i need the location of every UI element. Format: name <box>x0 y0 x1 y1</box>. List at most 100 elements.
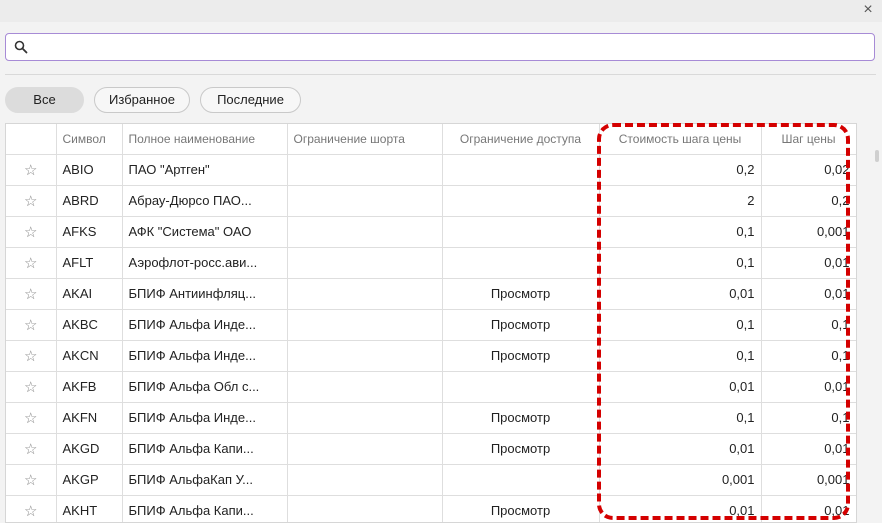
favorite-star-icon[interactable]: ☆ <box>6 402 57 434</box>
cell-short-restriction <box>287 216 443 248</box>
cell-symbol: AKFN <box>56 402 123 434</box>
col-price-step[interactable]: Шаг цены <box>761 124 856 155</box>
cell-symbol: AFKS <box>56 216 123 248</box>
cell-price-step: 0,2 <box>761 185 856 217</box>
cell-price-step: 0,1 <box>761 402 856 434</box>
cell-full-name: Абрау-Дюрсо ПАО... <box>122 185 288 217</box>
cell-full-name: БПИФ АльфаКап У... <box>122 464 288 496</box>
cell-step-cost: 0,1 <box>599 309 762 341</box>
favorite-star-icon[interactable]: ☆ <box>6 247 57 279</box>
cell-symbol: ABIO <box>56 154 123 186</box>
cell-symbol: AFLT <box>56 247 123 279</box>
table-row[interactable]: ☆ ABRD Абрау-Дюрсо ПАО... 2 0,2 <box>6 185 856 217</box>
cell-access-restriction: Просмотр <box>442 278 600 310</box>
title-bar: × <box>0 0 882 22</box>
table-row[interactable]: ☆ AKAI БПИФ Антиинфляц... Просмотр 0,01 0,01 <box>6 278 856 310</box>
cell-step-cost: 0,01 <box>599 433 762 465</box>
cell-access-restriction <box>442 154 600 186</box>
favorite-star-icon[interactable]: ☆ <box>6 278 57 310</box>
cell-price-step: 0,01 <box>761 278 856 310</box>
cell-access-restriction: Просмотр <box>442 340 600 372</box>
instruments-table: Символ Полное наименование Ограничение ш… <box>5 123 857 523</box>
table-row[interactable]: ☆ AKBC БПИФ Альфа Инде... Просмотр 0,1 0,1 <box>6 309 856 341</box>
favorite-star-icon[interactable]: ☆ <box>6 309 57 341</box>
search-box[interactable] <box>5 33 875 61</box>
cell-step-cost: 0,1 <box>599 340 762 372</box>
cell-price-step: 0,1 <box>761 309 856 341</box>
cell-price-step: 0,01 <box>761 371 856 403</box>
filter-all-button[interactable]: Все <box>5 87 84 113</box>
cell-full-name: БПИФ Альфа Инде... <box>122 340 288 372</box>
table-row[interactable]: ☆ AFKS АФК "Система" ОАО 0,1 0,001 <box>6 216 856 248</box>
cell-full-name: БПИФ Альфа Капи... <box>122 495 288 522</box>
cell-price-step: 0,01 <box>761 247 856 279</box>
cell-full-name: БПИФ Антиинфляц... <box>122 278 288 310</box>
cell-step-cost: 0,1 <box>599 402 762 434</box>
cell-access-restriction: Просмотр <box>442 433 600 465</box>
cell-short-restriction <box>287 371 443 403</box>
cell-full-name: Аэрофлот-росс.ави... <box>122 247 288 279</box>
cell-full-name: БПИФ Альфа Инде... <box>122 402 288 434</box>
divider <box>5 74 876 75</box>
favorite-star-icon[interactable]: ☆ <box>6 433 57 465</box>
cell-access-restriction <box>442 216 600 248</box>
cell-access-restriction <box>442 247 600 279</box>
table-row[interactable]: ☆ AFLT Аэрофлот-росс.ави... 0,1 0,01 <box>6 247 856 279</box>
table-row[interactable]: ☆ AKGD БПИФ Альфа Капи... Просмотр 0,01 0,01 <box>6 433 856 465</box>
table-row[interactable]: ☆ AKFN БПИФ Альфа Инде... Просмотр 0,1 0,1 <box>6 402 856 434</box>
cell-symbol: ABRD <box>56 185 123 217</box>
cell-step-cost: 0,2 <box>599 154 762 186</box>
favorite-star-icon[interactable]: ☆ <box>6 495 57 522</box>
col-full-name[interactable]: Полное наименование <box>122 124 288 155</box>
cell-step-cost: 0,1 <box>599 247 762 279</box>
cell-short-restriction <box>287 433 443 465</box>
cell-price-step: 0,02 <box>761 154 856 186</box>
cell-step-cost: 0,01 <box>599 278 762 310</box>
cell-short-restriction <box>287 495 443 522</box>
cell-symbol: AKFB <box>56 371 123 403</box>
cell-short-restriction <box>287 309 443 341</box>
filter-recent-button[interactable]: Последние <box>200 87 301 113</box>
col-step-cost[interactable]: Стоимость шага цены <box>599 124 762 155</box>
cell-price-step: 0,01 <box>761 433 856 465</box>
search-icon <box>14 40 28 54</box>
cell-symbol: AKCN <box>56 340 123 372</box>
col-short-restriction[interactable]: Ограничение шорта <box>287 124 443 155</box>
cell-step-cost: 0,1 <box>599 216 762 248</box>
scrollbar-thumb[interactable] <box>875 150 879 162</box>
favorite-star-icon[interactable]: ☆ <box>6 340 57 372</box>
cell-full-name: БПИФ Альфа Обл с... <box>122 371 288 403</box>
col-access-restriction[interactable]: Ограничение доступа <box>442 124 600 155</box>
cell-short-restriction <box>287 154 443 186</box>
table-row[interactable]: ☆ AKCN БПИФ Альфа Инде... Просмотр 0,1 0,1 <box>6 340 856 372</box>
favorite-star-icon[interactable]: ☆ <box>6 371 57 403</box>
favorite-star-icon[interactable]: ☆ <box>6 464 57 496</box>
favorite-star-icon[interactable]: ☆ <box>6 216 57 248</box>
cell-price-step: 0,001 <box>761 216 856 248</box>
cell-symbol: AKHT <box>56 495 123 522</box>
table-row[interactable]: ☆ AKHT БПИФ Альфа Капи... Просмотр 0,01 0,01 <box>6 495 856 522</box>
cell-step-cost: 0,01 <box>599 495 762 522</box>
filter-favorites-button[interactable]: Избранное <box>94 87 190 113</box>
cell-short-restriction <box>287 402 443 434</box>
search-input[interactable] <box>34 37 868 59</box>
cell-access-restriction <box>442 464 600 496</box>
cell-symbol: AKBC <box>56 309 123 341</box>
cell-symbol: AKGD <box>56 433 123 465</box>
cell-full-name: БПИФ Альфа Инде... <box>122 309 288 341</box>
cell-full-name: БПИФ Альфа Капи... <box>122 433 288 465</box>
cell-full-name: АФК "Система" ОАО <box>122 216 288 248</box>
table-row[interactable]: ☆ AKGP БПИФ АльфаКап У... 0,001 0,001 <box>6 464 856 496</box>
favorite-star-icon[interactable]: ☆ <box>6 185 57 217</box>
table-row[interactable]: ☆ ABIO ПАО "Артген" 0,2 0,02 <box>6 154 856 186</box>
favorite-star-icon[interactable]: ☆ <box>6 154 57 186</box>
col-symbol[interactable]: Символ <box>56 124 123 155</box>
cell-access-restriction: Просмотр <box>442 309 600 341</box>
table-row[interactable]: ☆ AKFB БПИФ Альфа Обл с... 0,01 0,01 <box>6 371 856 403</box>
cell-short-restriction <box>287 247 443 279</box>
col-favorite[interactable] <box>6 124 57 155</box>
table-header: Символ Полное наименование Ограничение ш… <box>6 124 856 155</box>
close-icon[interactable]: × <box>860 0 876 20</box>
cell-price-step: 0,001 <box>761 464 856 496</box>
cell-short-restriction <box>287 340 443 372</box>
